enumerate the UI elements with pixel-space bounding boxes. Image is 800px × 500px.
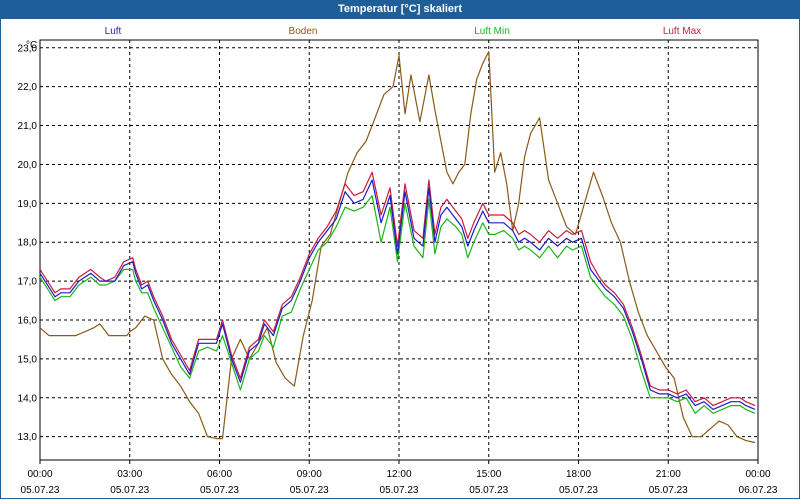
- legend-boden: Boden: [289, 26, 318, 37]
- x-tick-labels: 00:00 05.07.23 03:00 05.07.23 06:00 05.07.23 0…: [21, 469, 778, 496]
- x-tick-time: 00:00: [27, 469, 52, 480]
- y-tick-label: 14,0: [18, 393, 38, 404]
- legend-luft-max: Luft Max: [663, 26, 701, 37]
- legend-luft: Luft: [105, 26, 122, 37]
- x-tick-date: 05.07.23: [21, 485, 60, 496]
- legend: Luft Boden Luft Min Luft Max: [105, 26, 702, 37]
- series-lines: [39, 51, 756, 444]
- x-tick-date: 05.07.23: [380, 485, 419, 496]
- x-tick-date: 05.07.23: [200, 485, 239, 496]
- x-tick-date: 05.07.23: [559, 485, 598, 496]
- x-tick-time: 06:00: [207, 469, 232, 480]
- x-tick-time: 09:00: [297, 469, 322, 480]
- x-tick-time: 21:00: [656, 469, 681, 480]
- y-tick-label: 17,0: [18, 277, 38, 288]
- x-tick-date: 05.07.23: [649, 485, 688, 496]
- x-tick-time: 18:00: [566, 469, 591, 480]
- y-tick-label: 20,0: [18, 160, 38, 171]
- x-tick-time: 00:00: [745, 469, 770, 480]
- y-tick-label: 13,0: [18, 432, 38, 443]
- x-tick-time: 12:00: [386, 469, 411, 480]
- series-line-luft-max: [39, 171, 756, 407]
- x-tick-date: 05.07.23: [110, 485, 149, 496]
- y-tick-label: 19,0: [18, 199, 38, 210]
- x-tick-date: 05.07.23: [469, 485, 508, 496]
- series-line-boden: [39, 51, 756, 444]
- y-tick-label: 22,0: [18, 82, 38, 93]
- temperature-chart: Luft Boden Luft Min Luft Max 23,022,021,020…: [18, 26, 778, 496]
- y-tick-label: 21,0: [18, 121, 38, 132]
- x-tick-time: 15:00: [476, 469, 501, 480]
- y-tick-label: 16,0: [18, 316, 38, 327]
- legend-luft-min: Luft Min: [474, 26, 510, 37]
- x-tick-time: 03:00: [117, 469, 142, 480]
- series-line-luft: [39, 179, 756, 410]
- x-tick-date: 05.07.23: [290, 485, 329, 496]
- y-tick-labels: 23,022,021,020,019,018,017,016,015,014,0…: [18, 43, 38, 443]
- x-tick-date: 06.07.23: [739, 485, 778, 496]
- y-tick-label: 18,0: [18, 238, 38, 249]
- y-tick-label: 15,0: [18, 354, 38, 365]
- y-axis-unit: °C: [26, 40, 37, 51]
